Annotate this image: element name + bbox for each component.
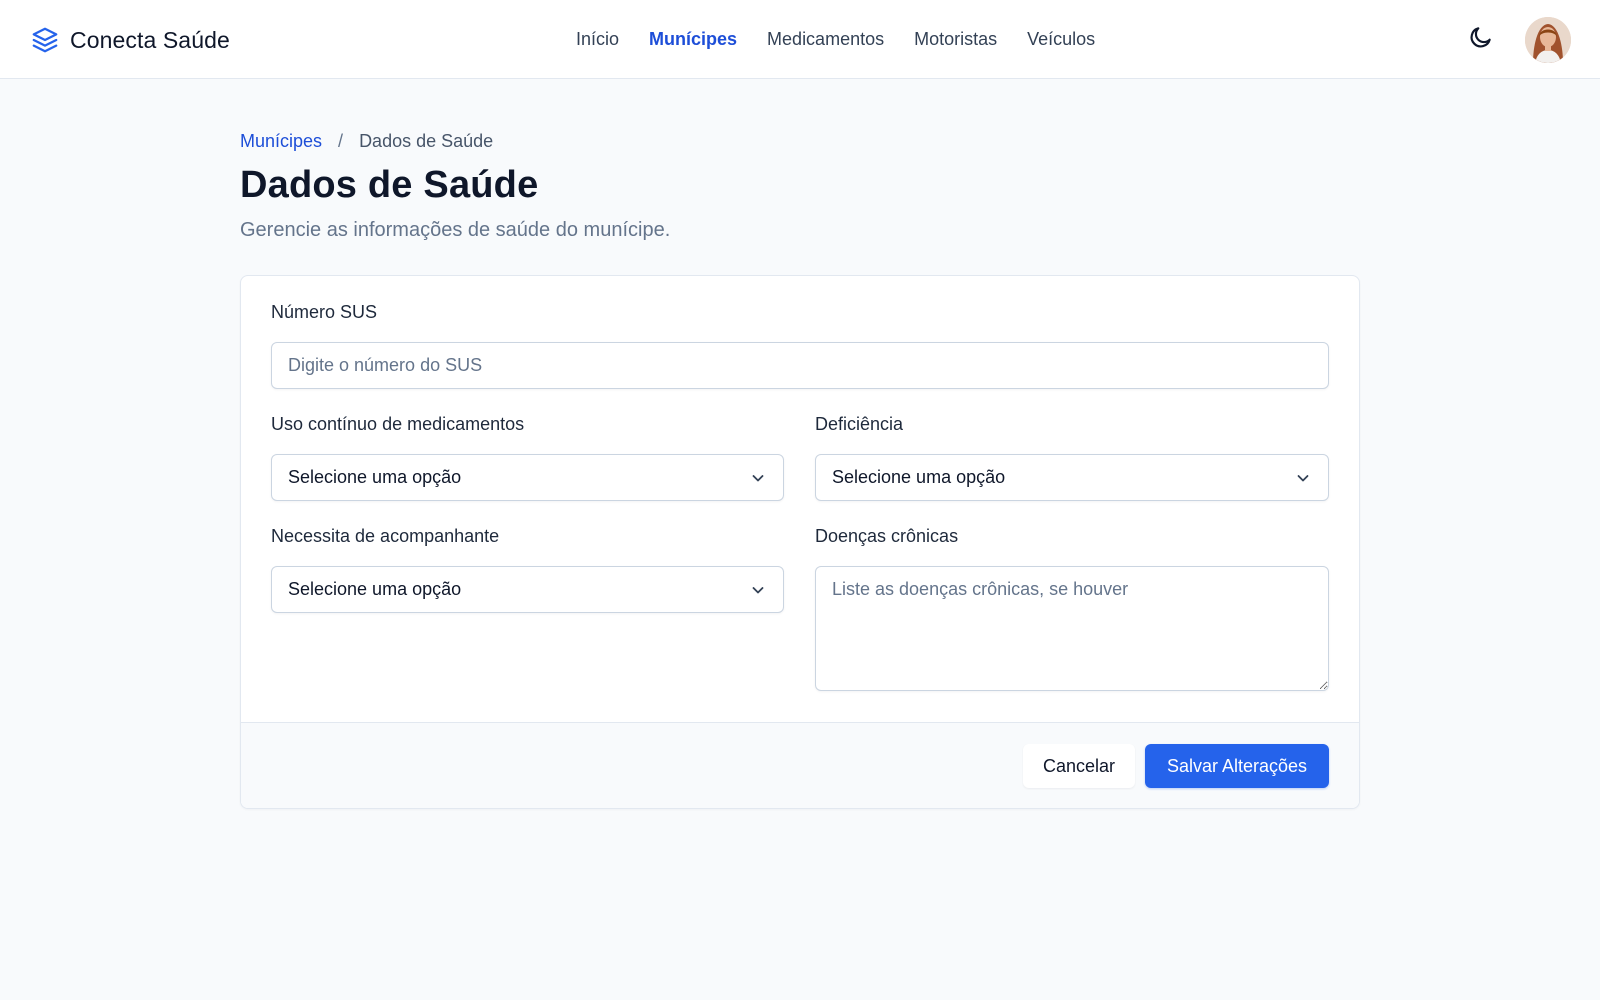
continuous-medication-value: Selecione uma opção — [288, 467, 462, 487]
nav-item-motoristas[interactable]: Motoristas — [914, 29, 997, 50]
sus-number-input[interactable] — [271, 342, 1329, 389]
companion-label: Necessita de acompanhante — [271, 526, 500, 546]
disability-select[interactable]: Selecione uma opção — [815, 454, 1329, 501]
companion-select[interactable]: Selecione uma opção — [271, 566, 784, 613]
sus-number-label: Número SUS — [271, 302, 378, 322]
companion-value: Selecione uma opção — [288, 579, 462, 599]
breadcrumb: Munícipes / Dados de Saúde — [240, 128, 493, 154]
breadcrumb-current: Dados de Saúde — [359, 130, 494, 151]
disability-label: Deficiência — [815, 414, 904, 434]
breadcrumb-link-municipes[interactable]: Munícipes — [240, 131, 322, 152]
chevron-down-icon — [749, 469, 767, 487]
breadcrumb-separator: / — [338, 130, 344, 151]
page-title: Dados de Saúde — [240, 164, 539, 206]
continuous-medication-select[interactable]: Selecione uma opção — [271, 454, 784, 501]
top-navigation-bar: Conecta Saúde Início Munícipes Medicamen… — [0, 0, 1600, 79]
save-changes-button[interactable]: Salvar Alterações — [1145, 744, 1329, 788]
layers-icon — [30, 25, 60, 55]
continuous-medication-label: Uso contínuo de medicamentos — [271, 414, 525, 434]
chronic-diseases-textarea[interactable] — [815, 566, 1329, 691]
theme-toggle-button[interactable] — [1464, 22, 1498, 56]
chronic-diseases-label: Doenças crônicas — [815, 526, 959, 546]
health-data-form-card: Número SUS Uso contínuo de medicamentos … — [240, 275, 1360, 809]
nav-item-medicamentos[interactable]: Medicamentos — [767, 29, 884, 50]
cancel-button[interactable]: Cancelar — [1023, 744, 1135, 788]
disability-value: Selecione uma opção — [832, 467, 1006, 487]
nav-item-municipes[interactable]: Munícipes — [649, 29, 737, 50]
nav-item-veiculos[interactable]: Veículos — [1027, 29, 1095, 50]
page-subtitle: Gerencie as informações de saúde do muní… — [240, 219, 671, 241]
moon-icon — [1468, 24, 1494, 55]
brand[interactable]: Conecta Saúde — [30, 24, 230, 56]
chevron-down-icon — [1294, 469, 1312, 487]
main-nav: Início Munícipes Medicamentos Motoristas… — [576, 26, 1095, 52]
nav-item-inicio[interactable]: Início — [576, 29, 619, 50]
avatar[interactable] — [1525, 17, 1571, 63]
app-name: Conecta Saúde — [70, 26, 230, 53]
chevron-down-icon — [749, 581, 767, 599]
form-footer: Cancelar Salvar Alterações — [241, 722, 1359, 808]
